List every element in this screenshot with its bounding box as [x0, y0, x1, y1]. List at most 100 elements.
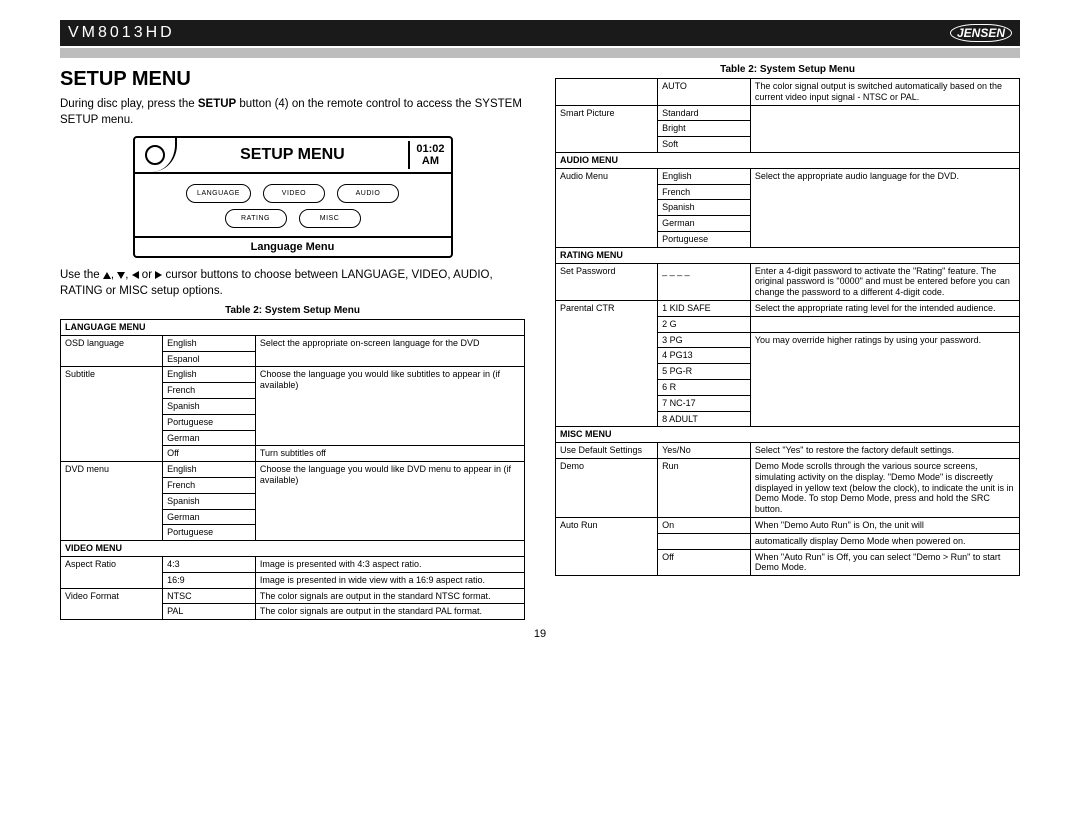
table-cell: Demo	[556, 458, 658, 517]
table-cell: When "Demo Auto Run" is On, the unit wil…	[750, 517, 1019, 533]
table-cell: On	[658, 517, 751, 533]
clock-display: 01:02 AM	[408, 141, 450, 169]
table-cell: French	[163, 383, 256, 399]
table-cell: Image is presented with 4:3 aspect ratio…	[255, 557, 524, 573]
down-arrow-icon	[117, 272, 125, 279]
table-cell: Portuguese	[163, 414, 256, 430]
table-cell: German	[163, 430, 256, 446]
table-cell: German	[658, 216, 751, 232]
table-cell: Espanol	[163, 351, 256, 367]
table-cell: 1 KID SAFE	[658, 300, 751, 316]
table-cell: When "Auto Run" is Off, you can select "…	[750, 549, 1019, 576]
table-cell: Turn subtitles off	[255, 446, 524, 462]
left-arrow-icon	[132, 271, 139, 279]
table-cell: 4 PG13	[658, 348, 751, 364]
table-cell	[750, 316, 1019, 332]
table-cell: 6 R	[658, 379, 751, 395]
up-arrow-icon	[103, 272, 111, 279]
table-cell: NTSC	[163, 588, 256, 604]
menu-btn-audio: AUDIO	[337, 184, 399, 203]
screen-title: SETUP MENU	[177, 142, 409, 168]
table-cell: PAL	[163, 604, 256, 620]
table-cell: 7 NC-17	[658, 395, 751, 411]
table-cell: Spanish	[163, 399, 256, 415]
table-cell: Auto Run	[556, 517, 658, 575]
brand-logo: JENSEN	[950, 24, 1012, 42]
table-caption-right: Table 2: System Setup Menu	[555, 64, 1020, 75]
table-cell: Yes/No	[658, 443, 751, 459]
table-cell: Choose the language you would like DVD m…	[255, 462, 524, 541]
table-cell: Off	[658, 549, 751, 576]
table-cell: Smart Picture	[556, 105, 658, 152]
table-section-header: LANGUAGE MENU	[61, 320, 525, 336]
table-cell: You may override higher ratings by using…	[750, 332, 1019, 427]
header-bar: VM8013HD JENSEN	[60, 20, 1020, 46]
table-cell: AUTO	[658, 79, 751, 106]
table-section-header: VIDEO MENU	[61, 541, 525, 557]
table-cell: automatically display Demo Mode when pow…	[750, 533, 1019, 549]
right-arrow-icon	[155, 271, 162, 279]
cursor-instructions: Use the , , or cursor buttons to choose …	[60, 268, 525, 299]
table-cell: English	[163, 335, 256, 351]
table-cell: Choose the language you would like subti…	[255, 367, 524, 446]
table-cell: Run	[658, 458, 751, 517]
table-cell: _ _ _ _	[658, 263, 751, 300]
table-section-header: MISC MENU	[556, 427, 1020, 443]
table-cell: 8 ADULT	[658, 411, 751, 427]
setup-table-left: LANGUAGE MENUOSD languageEnglishSelect t…	[60, 319, 525, 620]
table-cell: 2 G	[658, 316, 751, 332]
table-cell: Parental CTR	[556, 300, 658, 426]
table-cell: Demo Mode scrolls through the various so…	[750, 458, 1019, 517]
table-cell: The color signals are output in the stan…	[255, 588, 524, 604]
table-cell: Spanish	[658, 200, 751, 216]
cursor-post: cursor buttons to choose between LANGUAG…	[60, 269, 493, 297]
table-section-header: AUDIO MENU	[556, 152, 1020, 168]
table-cell: German	[163, 509, 256, 525]
intro-pre: During disc play, press the	[60, 98, 198, 110]
table-cell: DVD menu	[61, 462, 163, 541]
table-cell: French	[163, 478, 256, 494]
table-cell: 5 PG-R	[658, 364, 751, 380]
table-cell: Image is presented in wide view with a 1…	[255, 572, 524, 588]
table-cell: Set Password	[556, 263, 658, 300]
header-divider	[60, 48, 1020, 58]
table-cell: Use Default Settings	[556, 443, 658, 459]
table-cell: Subtitle	[61, 367, 163, 462]
table-cell: Select the appropriate rating level for …	[750, 300, 1019, 316]
table-cell: Aspect Ratio	[61, 557, 163, 589]
page-number: 19	[60, 628, 1020, 640]
table-cell: Select "Yes" to restore the factory defa…	[750, 443, 1019, 459]
table-cell	[556, 79, 658, 106]
table-cell	[750, 105, 1019, 152]
table-cell: English	[163, 367, 256, 383]
menu-btn-misc: MISC	[299, 209, 361, 228]
menu-btn-video: VIDEO	[263, 184, 325, 203]
table-cell: 3 PG	[658, 332, 751, 348]
table-cell: The color signal output is switched auto…	[750, 79, 1019, 106]
table-cell: OSD language	[61, 335, 163, 367]
table-cell: Audio Menu	[556, 168, 658, 247]
table-cell: Spanish	[163, 493, 256, 509]
table-cell: French	[658, 184, 751, 200]
table-cell: English	[658, 168, 751, 184]
page-title: SETUP MENU	[60, 68, 525, 91]
device-illustration: SETUP MENU 01:02 AM LANGUAGE VIDEO AUDIO	[60, 136, 525, 258]
table-cell: Enter a 4-digit password to activate the…	[750, 263, 1019, 300]
table-cell: Bright	[658, 121, 751, 137]
menu-btn-rating: RATING	[225, 209, 287, 228]
clock-ampm: AM	[416, 155, 444, 167]
table-cell	[658, 533, 751, 549]
table-cell: 4:3	[163, 557, 256, 573]
table-cell: Video Format	[61, 588, 163, 620]
table-section-header: RATING MENU	[556, 247, 1020, 263]
table-cell: Portuguese	[658, 231, 751, 247]
cursor-pre: Use the	[60, 269, 103, 281]
table-cell: Portuguese	[163, 525, 256, 541]
table-cell: The color signals are output in the stan…	[255, 604, 524, 620]
table-cell: Soft	[658, 137, 751, 153]
model-number: VM8013HD	[68, 24, 175, 42]
table-cell: 16:9	[163, 572, 256, 588]
table-cell: Select the appropriate on-screen languag…	[255, 335, 524, 367]
table-cell: Select the appropriate audio language fo…	[750, 168, 1019, 247]
table-cell: Off	[163, 446, 256, 462]
